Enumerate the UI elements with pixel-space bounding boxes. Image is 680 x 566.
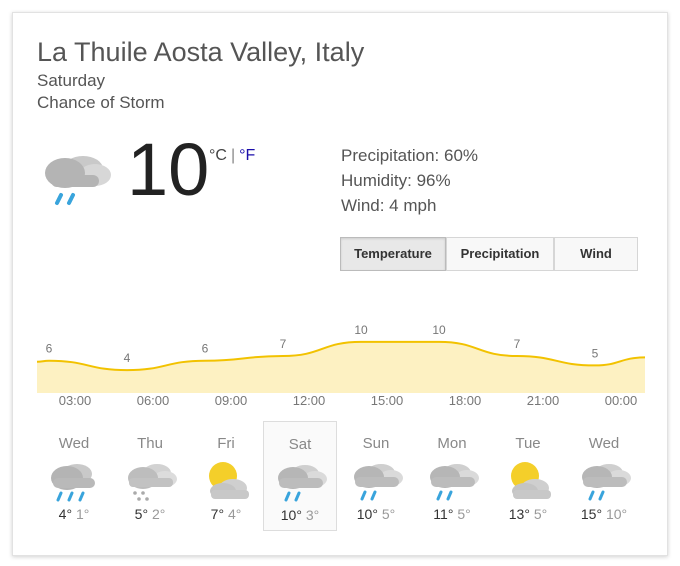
forecast-low: 10°: [605, 506, 628, 522]
forecast-day-2[interactable]: Fri 7° 4°: [189, 421, 263, 531]
forecast-high: 7°: [210, 506, 225, 522]
unit-toggle: °C | °F: [209, 147, 255, 165]
forecast-high: 5°: [134, 506, 149, 522]
current-condition: Chance of Storm: [37, 93, 165, 112]
forecast-day-3[interactable]: Sat 10° 3°: [263, 421, 337, 531]
forecast-day-4[interactable]: Sun 10° 5°: [339, 421, 413, 531]
unit-celsius[interactable]: °C: [209, 147, 227, 164]
storm-cloud-icon: [354, 464, 403, 501]
temperature-point-label: 7: [514, 337, 521, 351]
temperature-point-label: 6: [202, 342, 209, 356]
hour-label: 15:00: [370, 393, 404, 408]
forecast-day-name: Sat: [288, 436, 312, 453]
wind-text: Wind: 4 mph: [341, 196, 437, 215]
tab-temperature[interactable]: Temperature: [340, 237, 446, 271]
forecast-low: 1°: [75, 506, 90, 522]
forecast-day-name: Mon: [437, 435, 467, 452]
temperature-area: [37, 341, 645, 393]
storm-cloud-icon: [430, 464, 479, 501]
forecast-high: 10°: [356, 506, 378, 522]
temperature-point-label: 5: [592, 346, 599, 360]
hour-label: 21:00: [526, 393, 560, 408]
rain-cloud-icon: [51, 464, 95, 502]
temperature-point-label: 7: [280, 337, 287, 351]
forecast-low: 5°: [457, 506, 471, 522]
storm-cloud-icon: [582, 464, 631, 501]
temperature-point-label: 6: [46, 342, 53, 356]
storm-cloud-icon: [278, 465, 327, 502]
forecast-low: 3°: [305, 507, 320, 523]
temperature-point-label: 10: [432, 323, 446, 337]
partly-sunny-icon: [511, 462, 551, 499]
partly-sunny-icon: [209, 462, 249, 499]
forecast-day-name: Wed: [588, 435, 620, 452]
hour-axis: 03:00 06:00 09:00 12:00 15:00 18:00 21:00 00:00: [37, 393, 645, 413]
forecast-high: 11°: [433, 506, 454, 522]
temperature-point-label: 4: [124, 351, 131, 365]
forecast-day-name: Thu: [137, 435, 163, 452]
forecast-day-0[interactable]: Wed 4° 1°: [37, 421, 111, 531]
hour-label: 09:00: [214, 393, 248, 408]
hour-label: 18:00: [448, 393, 482, 408]
forecast-low: 5°: [381, 506, 396, 522]
unit-fahrenheit-link[interactable]: °F: [239, 147, 255, 164]
forecast-high: 4°: [58, 506, 73, 522]
hour-label: 03:00: [58, 393, 92, 408]
forecast-day-7[interactable]: Wed 15° 10°: [567, 421, 641, 531]
daily-forecast: Wed 4° 1° Thu 5° 2° Fri 7° 4° Sat 10° 3°…: [37, 421, 657, 541]
hour-label: 06:00: [136, 393, 170, 408]
forecast-high: 15°: [580, 506, 603, 522]
tab-wind[interactable]: Wind: [554, 237, 638, 271]
chart-tabs: Temperature Precipitation Wind: [340, 237, 638, 271]
current-temperature: 10: [127, 128, 210, 211]
hour-label: 00:00: [604, 393, 638, 408]
location-title: La Thuile Aosta Valley, Italy: [37, 37, 365, 67]
forecast-day-name: Tue: [515, 435, 541, 452]
precipitation-text: Precipitation: 60%: [341, 146, 479, 165]
forecast-low: 5°: [533, 506, 548, 522]
humidity-text: Humidity: 96%: [341, 171, 451, 190]
forecast-day-5[interactable]: Mon 11° 5°: [415, 421, 489, 531]
hour-label: 12:00: [292, 393, 326, 408]
snow-cloud-icon: [128, 464, 177, 501]
forecast-day-6[interactable]: Tue 13° 5°: [491, 421, 565, 531]
forecast-high: 10°: [280, 507, 302, 523]
forecast-day-name: Wed: [58, 435, 90, 452]
storm-cloud-icon: [45, 156, 111, 205]
forecast-day-1[interactable]: Thu 5° 2°: [113, 421, 187, 531]
current-day: Saturday: [37, 71, 106, 90]
forecast-high: 13°: [508, 506, 530, 522]
weather-details: Precipitation: 60% Humidity: 96% Wind: 4…: [341, 143, 478, 218]
forecast-low: 4°: [227, 506, 242, 522]
temperature-chart: 6 4 6 7 10 10 7 5: [37, 323, 645, 393]
tab-precipitation[interactable]: Precipitation: [446, 237, 554, 271]
forecast-day-name: Fri: [217, 435, 235, 452]
temperature-point-label: 10: [354, 323, 368, 337]
weather-card: La Thuile Aosta Valley, Italy Saturday C…: [12, 12, 668, 556]
forecast-day-name: Sun: [362, 435, 390, 452]
unit-separator: |: [230, 147, 236, 164]
forecast-low: 2°: [151, 506, 166, 522]
